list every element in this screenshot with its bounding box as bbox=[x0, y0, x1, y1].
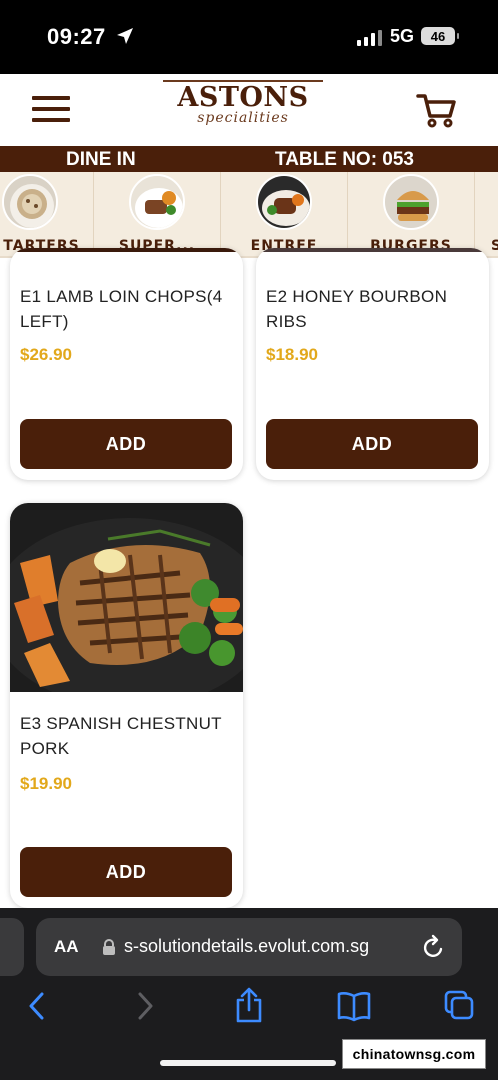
share-icon[interactable] bbox=[234, 986, 264, 1024]
hamburger-menu-icon[interactable] bbox=[32, 96, 70, 124]
home-indicator bbox=[160, 1060, 336, 1066]
order-info-bar: DINE IN TABLE NO: 053 bbox=[0, 146, 498, 172]
product-card[interactable]: E3 SPANISH CHESTNUT PORK $19.90 ADD bbox=[10, 503, 243, 908]
category-image bbox=[129, 174, 185, 230]
brand-logo[interactable]: ASTONS specialities bbox=[163, 80, 323, 140]
status-time: 09:27 bbox=[47, 24, 106, 49]
product-image bbox=[10, 248, 243, 252]
category-burgers[interactable]: BURGERS bbox=[348, 172, 475, 256]
category-image bbox=[256, 174, 312, 230]
product-image bbox=[256, 248, 489, 252]
location-arrow-icon bbox=[117, 28, 133, 44]
add-button[interactable]: ADD bbox=[20, 847, 232, 897]
category-starters[interactable]: TARTERS bbox=[0, 172, 94, 256]
category-strip[interactable]: TARTERS SUPER... ENTREE BURGERS S bbox=[0, 172, 498, 258]
add-button[interactable]: ADD bbox=[266, 419, 478, 469]
network-type: 5G bbox=[390, 26, 415, 46]
add-button[interactable]: ADD bbox=[20, 419, 232, 469]
product-price: $19.90 bbox=[20, 774, 72, 793]
product-name: E1 LAMB LOIN CHOPS(4 LEFT) bbox=[20, 287, 223, 331]
status-bar: 09:27 5G 46 bbox=[0, 0, 498, 74]
reader-settings-button[interactable]: AA bbox=[54, 937, 79, 957]
brand-name: ASTONS bbox=[163, 80, 323, 114]
product-price: $18.90 bbox=[266, 345, 318, 364]
back-icon[interactable] bbox=[26, 990, 48, 1022]
watermark: chinatownsg.com bbox=[342, 1039, 486, 1069]
tabs-icon[interactable] bbox=[442, 990, 476, 1022]
browser-nav-row bbox=[0, 987, 498, 1030]
battery-level: 46 bbox=[430, 28, 446, 44]
url-text[interactable]: s-solutiondetails.evolut.com.sg bbox=[124, 936, 420, 957]
product-price: $26.90 bbox=[20, 345, 72, 364]
table-number: TABLE NO: 053 bbox=[275, 149, 415, 170]
app-header: ASTONS specialities bbox=[0, 74, 498, 146]
shopping-cart-icon[interactable] bbox=[416, 92, 458, 128]
dine-mode: DINE IN bbox=[66, 149, 136, 170]
address-bar[interactable]: AA s-solutiondetails.evolut.com.sg bbox=[36, 918, 462, 976]
product-image bbox=[10, 503, 243, 692]
battery-icon: 46 bbox=[421, 27, 459, 45]
lock-icon bbox=[103, 939, 115, 955]
product-name: E3 SPANISH CHESTNUT PORK bbox=[20, 714, 222, 758]
forward-icon[interactable] bbox=[134, 990, 156, 1022]
category-super[interactable]: SUPER... bbox=[94, 172, 221, 256]
bookmarks-icon[interactable] bbox=[336, 990, 372, 1022]
product-card[interactable]: E1 LAMB LOIN CHOPS(4 LEFT) $26.90 ADD bbox=[10, 248, 243, 480]
product-name: E2 HONEY BOURBON RIBS bbox=[266, 287, 448, 331]
previous-tab-preview[interactable] bbox=[0, 918, 24, 976]
product-card[interactable]: E2 HONEY BOURBON RIBS $18.90 ADD bbox=[256, 248, 489, 480]
reload-icon[interactable] bbox=[422, 934, 446, 960]
category-image bbox=[383, 174, 439, 230]
signal-icon bbox=[357, 30, 382, 46]
category-image bbox=[2, 174, 58, 230]
category-entree[interactable]: ENTREE bbox=[221, 172, 348, 256]
category-next[interactable]: S bbox=[475, 172, 498, 256]
